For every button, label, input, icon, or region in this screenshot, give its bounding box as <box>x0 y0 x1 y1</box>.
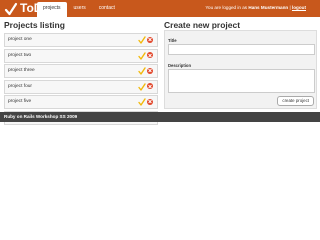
project-name: project three <box>8 68 35 73</box>
project-item: project five <box>4 95 158 109</box>
project-item: project one <box>4 33 158 47</box>
project-name: project four <box>8 83 32 89</box>
project-name: project five <box>8 99 32 104</box>
top-bar: ToDo projects users contact You are logg… <box>0 0 320 17</box>
projects-listing-heading: Projects listing <box>4 20 65 30</box>
complete-check-icon[interactable] <box>138 36 146 44</box>
complete-check-icon[interactable] <box>138 51 146 60</box>
create-project-form: Title Description create project <box>164 30 317 109</box>
separator: | <box>289 5 291 10</box>
description-label: Description <box>168 63 192 68</box>
complete-check-icon[interactable] <box>138 82 146 91</box>
user-info: You are logged in as Hans Mustermann | l… <box>205 0 306 16</box>
nav-projects[interactable]: projects <box>37 2 67 17</box>
delete-icon[interactable] <box>147 36 153 43</box>
project-item: project three <box>4 64 158 78</box>
delete-icon[interactable] <box>147 67 153 74</box>
login-status-text: You are logged in as <box>205 5 248 10</box>
main-nav: projects users contact <box>37 2 122 17</box>
create-project-heading: Create new project <box>164 20 241 30</box>
project-name: project one <box>8 37 32 42</box>
delete-icon[interactable] <box>147 52 153 58</box>
logout-link[interactable]: logout <box>292 5 306 10</box>
checkmark-logo-icon <box>4 2 18 15</box>
complete-check-icon[interactable] <box>138 98 146 106</box>
delete-icon[interactable] <box>147 83 153 89</box>
project-item: project four <box>4 79 158 94</box>
project-name: project two <box>8 52 32 58</box>
project-item: project two <box>4 48 158 63</box>
footer: Ruby on Rails Workshop SS 2009 <box>0 112 320 122</box>
delete-icon[interactable] <box>147 98 153 105</box>
user-name: Hans Mustermann <box>248 5 289 10</box>
nav-users[interactable]: users <box>68 2 92 15</box>
title-label: Title <box>168 38 177 43</box>
complete-check-icon[interactable] <box>138 67 146 75</box>
nav-contact[interactable]: contact <box>93 2 121 15</box>
description-textarea[interactable] <box>168 69 315 93</box>
title-input[interactable] <box>168 44 315 55</box>
create-project-button[interactable]: create project <box>277 96 314 106</box>
